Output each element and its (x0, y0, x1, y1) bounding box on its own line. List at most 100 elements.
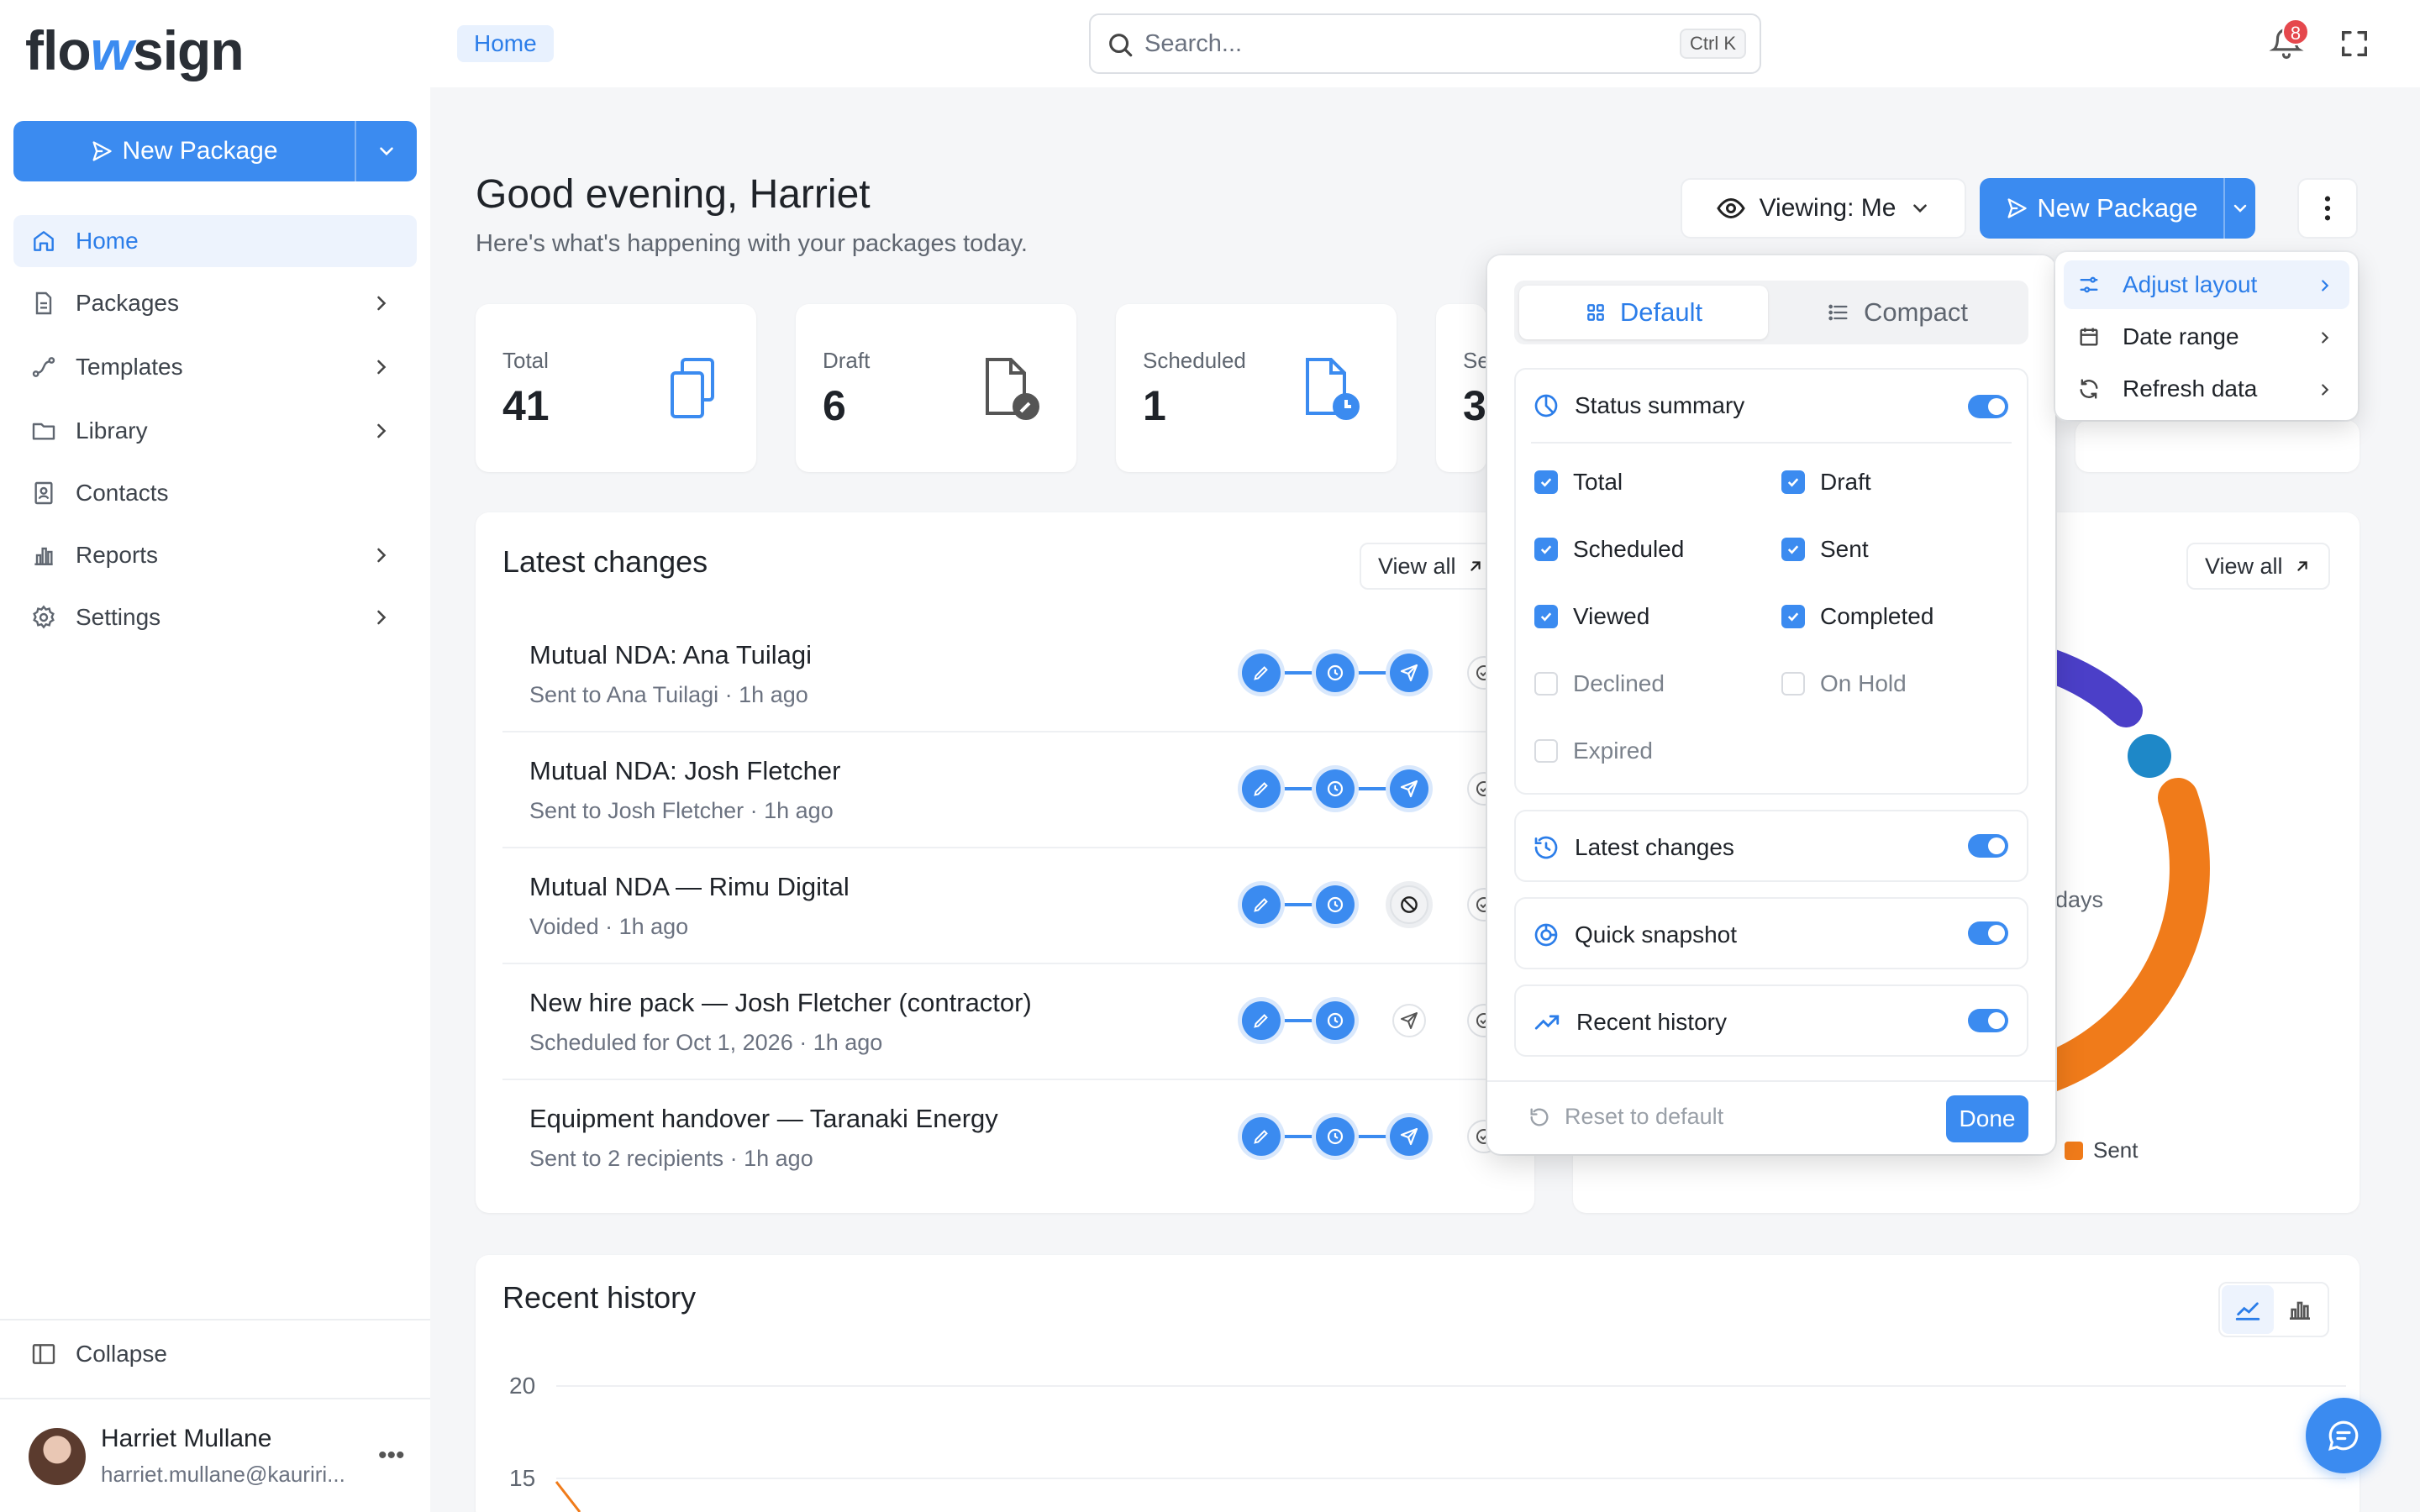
new-package-main[interactable]: New Package (1980, 178, 2223, 239)
check-icon (1781, 605, 1805, 628)
sidebar-item-library[interactable]: Library (13, 405, 417, 457)
send-icon (2005, 197, 2028, 220)
chevron-right-icon (370, 606, 393, 629)
clock-icon (1316, 1001, 1355, 1040)
search-input[interactable]: Search... Ctrl K (1089, 13, 1761, 74)
more-horizontal-icon[interactable]: ••• (378, 1441, 405, 1470)
line-chart-icon[interactable] (2222, 1285, 2274, 1334)
more-options-button[interactable] (2297, 178, 2358, 239)
grid-icon (1585, 302, 1607, 323)
list-item[interactable]: New hire pack — Josh Fletcher (contracto… (502, 964, 1534, 1080)
chevron-right-icon (2316, 381, 2334, 399)
sidebar-item-packages[interactable]: Packages (13, 277, 417, 329)
list-item[interactable]: Mutual NDA: Ana Tuilagi Sent to Ana Tuil… (502, 617, 1534, 732)
pie-chart-icon (1533, 392, 1560, 419)
header-new-package-button[interactable]: New Package (1980, 178, 2255, 239)
quick-snapshot-section: Quick snapshot (1514, 897, 2028, 969)
eye-icon (1716, 193, 1746, 223)
new-package-dropdown[interactable] (356, 121, 417, 181)
clock-icon (1316, 769, 1355, 808)
checkbox-viewed[interactable]: Viewed (1534, 603, 1649, 630)
edit-icon (1242, 1117, 1281, 1156)
list-item[interactable]: Equipment handover — Taranaki Energy Sen… (502, 1080, 1534, 1196)
bar-chart-icon[interactable] (2274, 1285, 2326, 1334)
checkbox-scheduled[interactable]: Scheduled (1534, 536, 1684, 563)
latest-changes-toggle[interactable] (1968, 834, 2008, 858)
check-icon (1534, 470, 1558, 494)
send-icon (90, 139, 113, 163)
sidebar-item-templates[interactable]: Templates (13, 341, 417, 393)
sidebar-item-contacts[interactable]: Contacts (13, 467, 417, 519)
app-logo[interactable]: flowsign (25, 18, 245, 82)
stat-card-sent[interactable]: Se 3 (1436, 304, 1486, 472)
stat-card-total[interactable]: Total 41 (476, 304, 756, 472)
list-item[interactable]: Mutual NDA — Rimu Digital Voided · 1h ag… (502, 848, 1534, 964)
reset-to-default-button[interactable]: Reset to default (1528, 1104, 1723, 1130)
edit-icon (1242, 1001, 1281, 1040)
divider (1487, 1080, 2055, 1082)
menu-item-refresh-data[interactable]: Refresh data (2064, 365, 2349, 413)
stat-card-scheduled[interactable]: Scheduled 1 (1116, 304, 1397, 472)
menu-item-adjust-layout[interactable]: Adjust layout (2064, 260, 2349, 309)
sidebar-divider (0, 1398, 430, 1399)
new-package-main[interactable]: New Package (13, 121, 355, 181)
new-package-dropdown[interactable] (2225, 178, 2255, 239)
recent-history-toggle[interactable] (1968, 1009, 2008, 1032)
quick-snapshot-toggle[interactable] (1968, 921, 2008, 945)
donut-segment-viewed (2033, 648, 2143, 727)
checkbox-expired[interactable]: Expired (1534, 738, 1653, 764)
clock-icon (1316, 885, 1355, 924)
status-summary-toggle[interactable] (1968, 395, 2008, 418)
sidebar-new-package-button[interactable]: New Package (13, 121, 417, 181)
options-menu: Adjust layout Date range Refresh data (2055, 252, 2358, 420)
stat-card-draft[interactable]: Draft 6 (796, 304, 1076, 472)
user-email: harriet.mullane@kauriri... (101, 1462, 345, 1487)
fullscreen-icon[interactable] (2338, 27, 2371, 60)
tab-compact[interactable]: Compact (1771, 286, 2023, 339)
check-icon (1781, 538, 1805, 561)
history-icon (1533, 834, 1560, 861)
history-series-line (555, 1481, 581, 1512)
sidebar-item-reports[interactable]: Reports (13, 529, 417, 581)
checkbox-sent[interactable]: Sent (1781, 536, 1869, 563)
checkbox-completed[interactable]: Completed (1781, 603, 1933, 630)
chevron-down-icon (376, 140, 397, 162)
view-all-button[interactable]: View all (1360, 543, 1503, 590)
clock-icon (1316, 654, 1355, 692)
section-title: Latest changes (502, 544, 708, 579)
kebab-icon (2323, 194, 2333, 223)
checkbox-declined[interactable]: Declined (1534, 670, 1665, 697)
recent-history-section: Recent history (1514, 984, 2028, 1057)
collapse-sidebar-button[interactable]: Collapse (30, 1341, 167, 1368)
ban-icon (1390, 885, 1428, 924)
latest-changes-card: Latest changes View all Mutual NDA: Ana … (476, 512, 1534, 1213)
contact-card-icon (29, 478, 59, 508)
sidebar-panel-icon (30, 1341, 57, 1368)
draft-document-icon (981, 356, 1039, 420)
chat-button[interactable] (2306, 1398, 2381, 1473)
undo-icon (1528, 1105, 1551, 1129)
chart-type-toggle[interactable] (2218, 1282, 2329, 1337)
checkbox-total[interactable]: Total (1534, 469, 1623, 496)
edit-icon (1242, 885, 1281, 924)
checkbox-draft[interactable]: Draft (1781, 469, 1871, 496)
sidebar-divider (0, 1319, 430, 1320)
sidebar-item-settings[interactable]: Settings (13, 591, 417, 643)
done-button[interactable]: Done (1946, 1095, 2028, 1142)
sidebar-item-home[interactable]: Home (13, 215, 417, 267)
list-item[interactable]: Mutual NDA: Josh Fletcher Sent to Josh F… (502, 732, 1534, 848)
bar-chart-icon (29, 540, 59, 570)
avatar[interactable] (29, 1428, 86, 1485)
breadcrumb-home[interactable]: Home (457, 25, 554, 62)
chevron-right-icon (2316, 276, 2334, 295)
stat-card-hidden (2075, 420, 2360, 472)
section-title: Recent history (502, 1280, 697, 1315)
chevron-right-icon (370, 291, 393, 315)
y-tick-label: 20 (509, 1373, 536, 1399)
menu-item-date-range[interactable]: Date range (2064, 312, 2349, 361)
checkbox-on-hold[interactable]: On Hold (1781, 670, 1907, 697)
viewing-select[interactable]: Viewing: Me (1681, 178, 1966, 239)
gear-icon (29, 602, 59, 633)
tab-default[interactable]: Default (1519, 286, 1768, 339)
send-icon (1390, 1117, 1428, 1156)
